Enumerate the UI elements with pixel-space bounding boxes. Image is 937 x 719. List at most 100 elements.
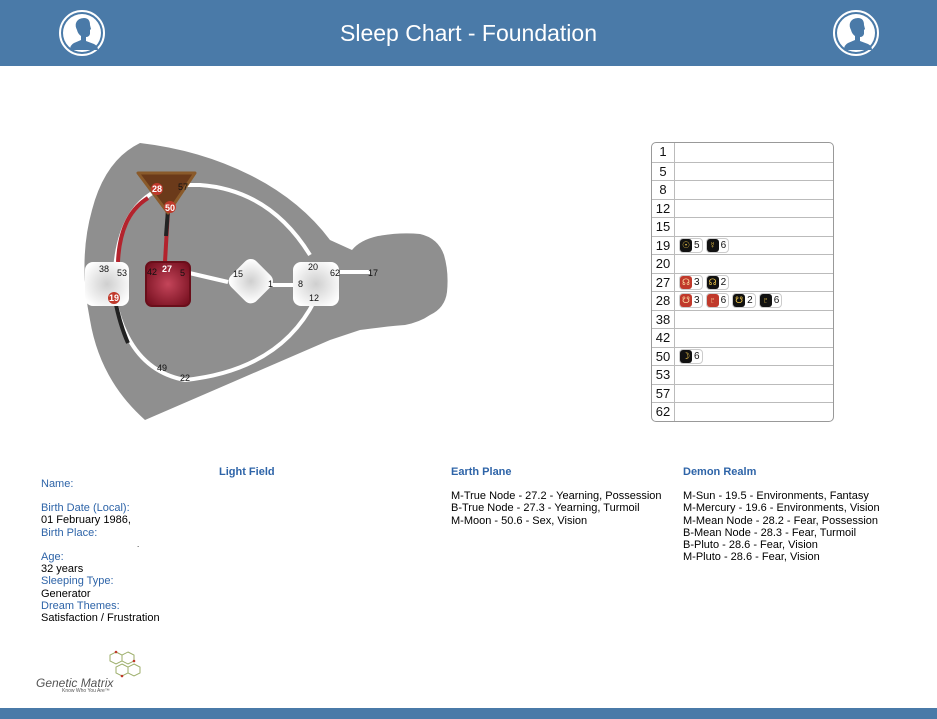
gate-28-label: 28: [152, 184, 162, 194]
planet-glyph-icon: ☿: [706, 238, 719, 252]
planet-badge: ♇ 6: [705, 293, 730, 309]
gate-number: 19: [652, 236, 675, 254]
list-item: M-Mean Node - 28.2 - Fear, Possession: [683, 514, 879, 527]
planet-glyph-icon: ♇: [706, 294, 719, 308]
planet-glyph-icon: ☽: [680, 349, 692, 363]
name-label: Name:: [41, 478, 74, 490]
gate-19-label: 19: [109, 293, 119, 303]
list-item: B-True Node - 27.3 - Yearning, Turmoil: [451, 502, 640, 515]
table-row: 57: [652, 383, 833, 402]
gate-number: 42: [652, 329, 675, 347]
gate-number: 1: [652, 143, 675, 162]
list-item: M-Pluto - 28.6 - Fear, Vision: [683, 551, 820, 564]
gate-planets: ☉ 5 ☿ 6: [675, 237, 833, 255]
gate-1-label: 1: [268, 279, 273, 289]
gate-38-label: 38: [99, 264, 109, 274]
gate-number: 53: [652, 366, 675, 384]
table-row: 1: [652, 143, 833, 162]
gate-42-label: 42: [147, 267, 157, 277]
gate-53-label: 53: [117, 268, 127, 278]
earth-plane-title: Earth Plane: [451, 466, 512, 478]
gate-number: 20: [652, 255, 675, 273]
birth-date-value: 01 February 1986,: [41, 514, 131, 527]
gate-50-label: 50: [165, 203, 175, 213]
planet-line: 3: [694, 276, 700, 288]
right-avatar-button[interactable]: [833, 10, 879, 56]
gate-12-label: 12: [309, 293, 319, 303]
table-row: 42: [652, 328, 833, 347]
list-item: M-Sun - 19.5 - Environments, Fantasy: [683, 490, 869, 502]
gate-planets: [675, 200, 833, 218]
gate-number: 57: [652, 384, 675, 402]
logo-tagline: Know Who You Are™: [62, 688, 110, 694]
planet-badge: ♇ 6: [758, 293, 783, 309]
gate-number: 38: [652, 310, 675, 328]
gate-number: 15: [652, 218, 675, 236]
gate-49-label: 49: [157, 363, 167, 373]
gate-8-label: 8: [298, 279, 303, 289]
gate-15-label: 15: [233, 269, 243, 279]
demon-realm-list: M-Sun - 19.5 - Environments, Fantasy M-M…: [683, 490, 880, 564]
planet-glyph-icon: ☊: [706, 275, 719, 289]
birth-date-label: Birth Date (Local):: [41, 502, 130, 515]
gate-62-label: 62: [330, 268, 340, 278]
planet-glyph-icon: ☉: [680, 238, 692, 252]
birth-place-label: Birth Place:: [41, 526, 98, 539]
list-item: B-Mean Node - 28.3 - Fear, Turmoil: [683, 526, 857, 539]
table-row: 53: [652, 365, 833, 384]
table-row: 28 ☋ 3 ♇ 6 ☋ 2 ♇ 6: [652, 291, 833, 310]
page-title: Sleep Chart - Foundation: [340, 20, 597, 46]
planet-line: 3: [694, 295, 700, 307]
planet-line: 2: [720, 276, 727, 288]
list-item: M-True Node - 27.2 - Yearning, Possessio…: [451, 490, 662, 502]
planet-line: 6: [720, 239, 727, 251]
gate-number: 28: [652, 292, 675, 310]
sleeping-type-label: Sleeping Type:: [41, 575, 114, 588]
gate-57-label: 57: [178, 182, 188, 192]
gate-planets: [675, 366, 833, 384]
table-row: 38: [652, 309, 833, 329]
gate-number: 50: [652, 347, 675, 365]
person-silhouette-icon: [837, 14, 875, 52]
gate-planets: [675, 163, 833, 181]
planet-line: 5: [694, 239, 700, 251]
table-row: 19 ☉ 5 ☿ 6: [652, 235, 833, 255]
list-item: M-Moon - 50.6 - Sex, Vision: [451, 514, 588, 527]
planet-line: 6: [720, 295, 727, 307]
birth-place-value: .: [137, 539, 140, 549]
demon-realm-title: Demon Realm: [683, 466, 757, 478]
sleeping-type-value: Generator: [41, 587, 91, 600]
gate-number: 5: [652, 162, 675, 180]
planet-line: 6: [773, 295, 780, 307]
planet-badge: ☿ 6: [705, 237, 730, 253]
dream-themes-value: Satisfaction / Frustration: [41, 612, 160, 625]
gate-planets: ☊ 3 ☊ 2: [675, 274, 833, 292]
genetic-matrix-logo[interactable]: Genetic Matrix Know Who You Are™: [36, 650, 148, 696]
planet-glyph-icon: ♇: [759, 294, 772, 308]
gate-planets: [675, 218, 833, 236]
planet-badge: ☉ 5: [679, 237, 703, 253]
table-row: 62: [652, 402, 833, 421]
gate-5-label: 5: [180, 268, 185, 278]
planet-line: 2: [747, 295, 753, 307]
gate-number: 12: [652, 199, 675, 217]
gate-planets: [675, 329, 833, 347]
table-row: 15: [652, 217, 833, 236]
table-row: 27 ☊ 3 ☊ 2: [652, 272, 833, 292]
gate-planets: [675, 311, 833, 329]
table-row: 20: [652, 254, 833, 273]
gate-planets: [675, 143, 833, 162]
list-item: M-Mercury - 19.6 - Environments, Vision: [683, 502, 880, 515]
planet-badge: ☽ 6: [679, 348, 703, 364]
sleep-bodygraph: 28 57 50 38 53 19 42 27 5 15 1 20 62 17 …: [84, 143, 448, 420]
table-row: 5: [652, 161, 833, 181]
table-row: 50 ☽ 6: [652, 346, 833, 365]
gate-number: 27: [652, 273, 675, 291]
header-bar: Sleep Chart - Foundation: [0, 0, 937, 66]
planet-glyph-icon: ☋: [680, 294, 692, 308]
light-field-info: Name: Birth Date (Local): 01 February 19…: [41, 478, 241, 624]
planet-badge: ☊ 3: [679, 274, 703, 290]
gate-table: 1 5 8 12 15 19 ☉ 5 ☿ 6 20 27 ☊ 3 ☊ 2 28 ☋ 3 ♇ 6 ☋ 2 ♇ 6 38 42 50 ☽ 6 5…: [651, 142, 834, 422]
planet-line: 6: [694, 350, 700, 362]
table-row: 8: [652, 180, 833, 199]
